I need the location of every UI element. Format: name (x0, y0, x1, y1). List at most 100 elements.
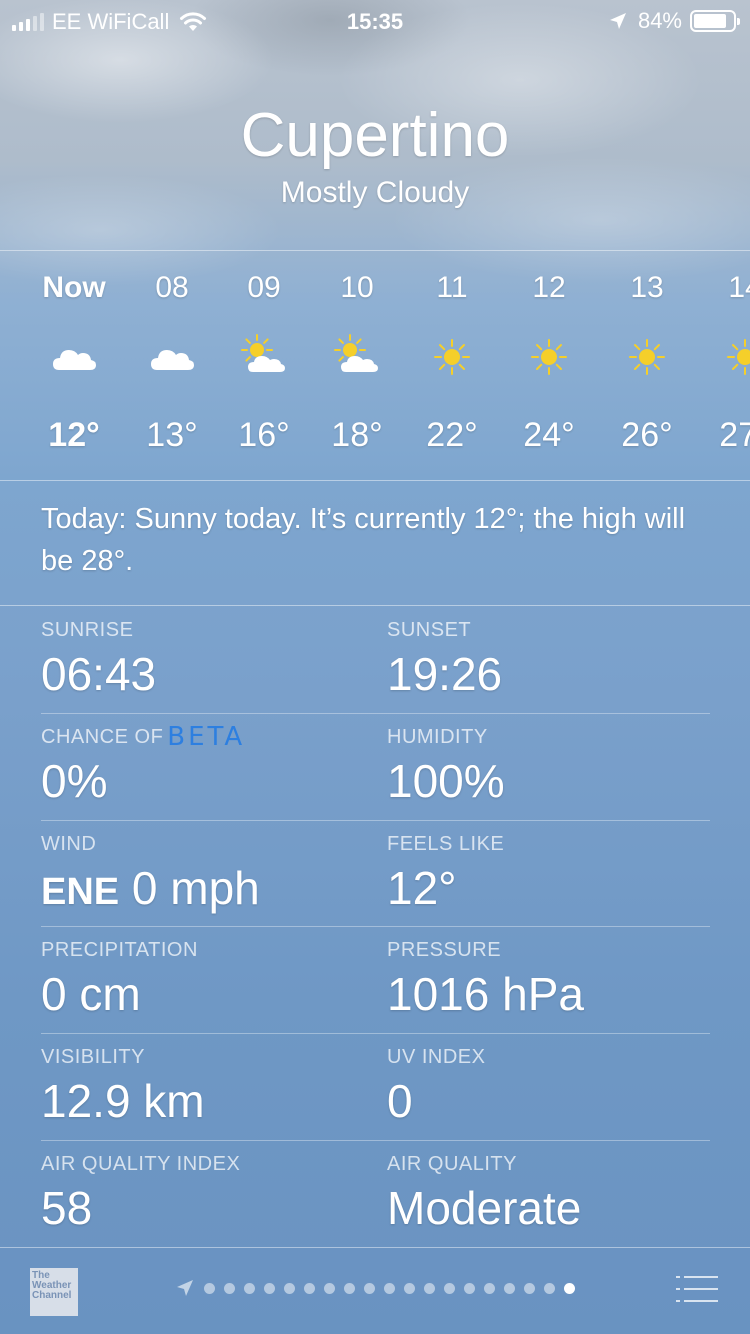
hourly-temp: 26° (621, 416, 673, 454)
city-list-icon[interactable] (676, 1274, 718, 1304)
page-dot[interactable] (544, 1282, 555, 1294)
page-dot[interactable] (324, 1282, 335, 1294)
page-dot[interactable] (444, 1282, 455, 1294)
sunset-label: SUNSET (387, 619, 472, 641)
battery-icon (690, 10, 740, 32)
air-quality-index-detail: AIR QUALITY INDEX 58 (41, 1152, 361, 1236)
page-dot[interactable] (504, 1282, 515, 1294)
page-dot[interactable] (304, 1282, 315, 1294)
location-arrow-icon (177, 1280, 193, 1296)
wind-speed: 0 mph (131, 862, 260, 914)
feels-like-label: FEELS LIKE (387, 833, 505, 855)
feels-like-value: 12° (387, 862, 457, 914)
hourly-time: 11 (436, 271, 468, 304)
page-dot[interactable] (204, 1282, 215, 1294)
divider (0, 250, 750, 251)
page-dot[interactable] (484, 1282, 495, 1294)
page-dot[interactable] (264, 1282, 275, 1294)
row-divider (41, 926, 710, 927)
precipitation-detail: PRECIPITATION 0 cm (41, 938, 361, 1022)
feels-like-detail: FEELS LIKE 12° (387, 832, 707, 916)
page-dot[interactable] (344, 1282, 355, 1294)
page-dot[interactable] (404, 1282, 415, 1294)
page-dot[interactable] (424, 1282, 435, 1294)
uv-index-detail: UV INDEX 0 (387, 1045, 707, 1129)
hourly-temp: 12° (48, 416, 100, 454)
air-quality-label: AIR QUALITY (387, 1153, 517, 1175)
sunrise-label: SUNRISE (41, 619, 134, 641)
chance-of-detail: CHANCE OF BETA 0% (41, 722, 361, 809)
precipitation-value: 0 cm (41, 968, 141, 1020)
hourly-time: 13 (630, 271, 664, 304)
cloud-icon (49, 332, 99, 382)
battery-percent: 84% (637, 8, 682, 33)
page-dot[interactable] (384, 1282, 395, 1294)
air-quality-index-label: AIR QUALITY INDEX (41, 1153, 241, 1175)
uv-index-label: UV INDEX (387, 1046, 486, 1068)
sun-icon (622, 332, 672, 382)
page-dot[interactable] (364, 1282, 375, 1294)
battery-level (694, 14, 726, 28)
air-quality-detail[interactable]: AIR QUALITY Moderate (387, 1152, 707, 1236)
chance-of-label: CHANCE OF (41, 726, 164, 748)
sunset-value: 19:26 (387, 648, 503, 700)
page-dot[interactable] (224, 1282, 235, 1294)
sunrise-value: 06:43 (41, 648, 157, 700)
hourly-temp: 18° (331, 416, 383, 454)
status-bar: EE WiFiCall 15:35 84% (0, 0, 750, 40)
page-dot[interactable] (564, 1282, 575, 1294)
beta-badge: BETA (167, 722, 246, 752)
humidity-detail: HUMIDITY 100% (387, 725, 707, 809)
wind-detail: WIND ENE 0 mph (41, 832, 361, 920)
hourly-time: 08 (155, 271, 189, 304)
chance-of-value: 0% (41, 755, 108, 807)
page-dot[interactable] (284, 1282, 295, 1294)
hourly-temp: 27° (719, 416, 750, 454)
bottom-toolbar: The Weather Channel (0, 1247, 750, 1334)
hourly-temp: 13° (146, 416, 198, 454)
row-divider (41, 820, 710, 821)
city-name: Cupertino (240, 101, 510, 170)
sunset-detail: SUNSET 19:26 (387, 618, 707, 702)
hourly-time: Now (42, 271, 106, 304)
hourly-time: 12 (532, 271, 566, 304)
sun-icon (720, 332, 750, 382)
air-quality-index-value: 58 (41, 1182, 93, 1234)
sunrise-detail: SUNRISE 06:43 (41, 618, 361, 702)
page-dot[interactable] (524, 1282, 535, 1294)
cloud-icon (147, 332, 197, 382)
humidity-label: HUMIDITY (387, 726, 488, 748)
page-indicator[interactable] (175, 1278, 575, 1298)
sun-icon (524, 332, 574, 382)
hourly-time: 09 (247, 271, 281, 304)
pressure-value: 1016 hPa (387, 968, 584, 1020)
weather-channel-logo[interactable]: The Weather Channel (30, 1268, 78, 1316)
hourly-time: 14 (728, 271, 750, 304)
hourly-temp: 24° (523, 416, 575, 454)
hourly-temp: 22° (426, 416, 478, 454)
divider (0, 480, 750, 481)
hourly-time: 10 (340, 271, 374, 304)
location-arrow-icon (609, 13, 626, 29)
hourly-forecast[interactable]: Now 12° 08 13° 09 16° 10 18° 11 22° 12 24° 13 26° 14 27… (0, 252, 750, 480)
wind-label: WIND (41, 833, 97, 855)
pressure-detail: PRESSURE 1016 hPa (387, 938, 707, 1022)
visibility-value: 12.9 km (41, 1075, 205, 1127)
humidity-value: 100% (387, 755, 505, 807)
wind-direction: ENE (41, 871, 120, 913)
hourly-temp: 16° (238, 416, 290, 454)
uv-index-value: 0 (387, 1075, 413, 1127)
page-dot[interactable] (244, 1282, 255, 1294)
visibility-detail: VISIBILITY 12.9 km (41, 1045, 361, 1129)
sun-icon (427, 332, 477, 382)
row-divider (41, 1033, 710, 1034)
air-quality-value: Moderate (387, 1182, 582, 1234)
partly-sunny-icon (239, 332, 289, 382)
pressure-label: PRESSURE (387, 939, 502, 961)
page-dot[interactable] (464, 1282, 475, 1294)
precipitation-label: PRECIPITATION (41, 939, 198, 961)
row-divider (41, 713, 710, 714)
visibility-label: VISIBILITY (41, 1046, 145, 1068)
row-divider (41, 1140, 710, 1141)
partly-sunny-icon (332, 332, 382, 382)
